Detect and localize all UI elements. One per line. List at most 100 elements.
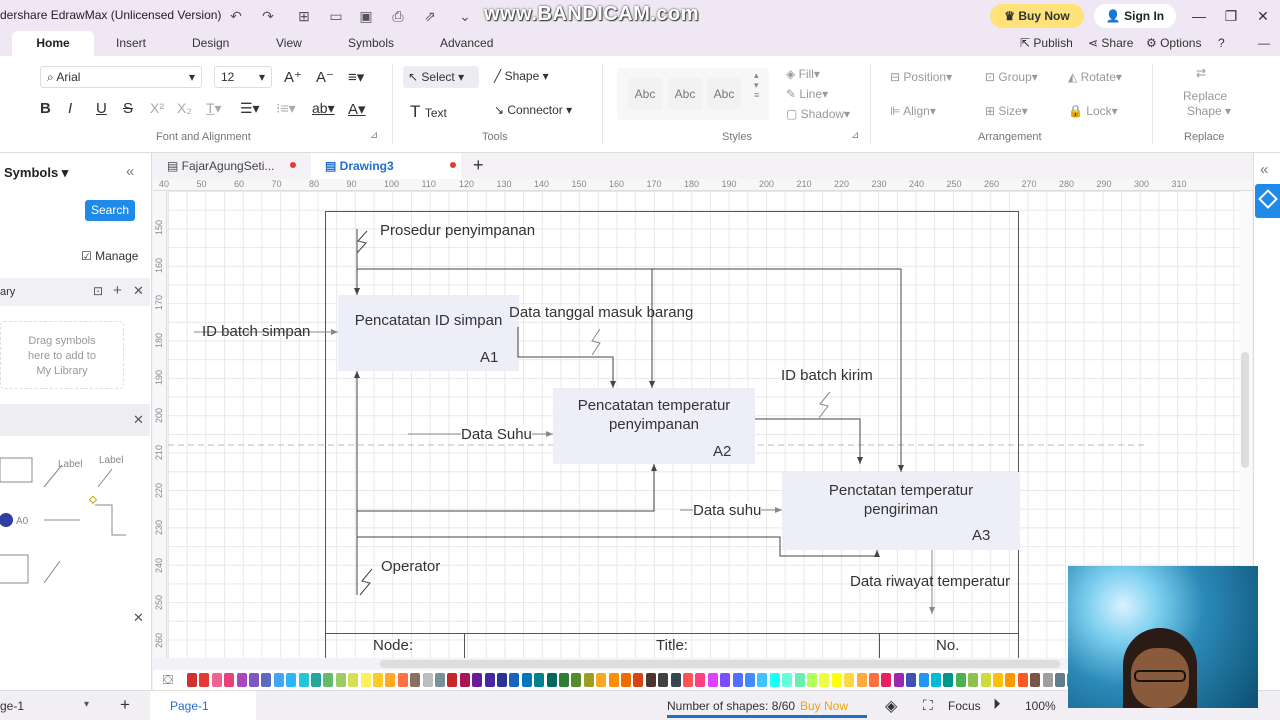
text-highlight-icon[interactable]: ab▾ [312, 100, 335, 117]
fill-button[interactable]: ◈ Fill▾ [786, 67, 820, 81]
add-tab-icon[interactable]: + [473, 155, 484, 176]
color-swatch[interactable] [1042, 673, 1053, 687]
color-swatch[interactable] [720, 673, 731, 687]
strikethrough-icon[interactable]: S [123, 100, 133, 117]
maximize-icon[interactable]: ❐ [1220, 6, 1242, 26]
color-swatch[interactable] [757, 673, 768, 687]
a2-title[interactable]: Pencatatan temperatur penyimpanan [553, 396, 755, 434]
style-sample-1[interactable]: Abc [628, 78, 662, 110]
color-swatch[interactable] [707, 673, 718, 687]
minimize-icon[interactable]: — [1188, 6, 1210, 26]
tab-view[interactable]: View [276, 36, 302, 50]
fill-bucket-icon[interactable]: ⛋ [163, 672, 173, 688]
horizontal-scroll-thumb[interactable] [380, 660, 1060, 668]
more-chevron-icon[interactable]: ⌄ [455, 6, 475, 26]
group-button[interactable]: ⊡ Group▾ [985, 70, 1038, 84]
status-buy-now[interactable]: Buy Now [800, 699, 848, 713]
redo-icon[interactable]: ↷ [258, 6, 278, 26]
close-section-icon[interactable]: ✕ [133, 412, 144, 428]
font-family-select[interactable]: ⌕ Arial ▾ [40, 66, 202, 88]
vertical-scroll-thumb[interactable] [1241, 352, 1249, 468]
open-folder-icon[interactable]: ▭ [326, 6, 346, 26]
search-button[interactable]: Search [85, 200, 135, 221]
size-button[interactable]: ⊞ Size▾ [985, 104, 1028, 118]
color-swatch[interactable] [583, 673, 594, 687]
color-swatch[interactable] [534, 673, 545, 687]
color-swatch[interactable] [993, 673, 1003, 687]
color-swatch[interactable] [571, 673, 582, 687]
color-swatch[interactable] [670, 673, 681, 687]
color-swatch[interactable] [782, 673, 793, 687]
color-swatch[interactable] [435, 673, 445, 687]
replace-shape-line2-wrap[interactable]: Shape ▾ [1187, 104, 1231, 118]
shrink-font-icon[interactable]: A⁻ [316, 68, 334, 86]
color-swatch[interactable] [546, 673, 557, 687]
add-page-icon[interactable]: + [120, 695, 130, 715]
add-icon[interactable]: + [113, 282, 122, 299]
color-swatch[interactable] [980, 673, 991, 687]
label-data-tanggal[interactable]: Data tanggal masuk barang [509, 304, 693, 321]
color-swatch[interactable] [844, 673, 855, 687]
close-icon[interactable]: ✕ [1252, 6, 1274, 26]
color-swatch[interactable] [608, 673, 619, 687]
a3-id[interactable]: A3 [972, 527, 990, 544]
text-tool[interactable]: T Text [410, 102, 447, 122]
color-swatch[interactable] [881, 673, 892, 687]
color-swatch[interactable] [955, 673, 966, 687]
save-icon[interactable]: ▣ [356, 6, 376, 26]
footer-node[interactable]: Node: [373, 637, 413, 654]
options-button[interactable]: ⚙ Options [1146, 36, 1201, 50]
color-swatch[interactable] [769, 673, 780, 687]
collapse-panel-icon[interactable]: « [126, 163, 134, 180]
footer-title[interactable]: Title: [656, 637, 688, 654]
color-swatch[interactable] [1005, 673, 1016, 687]
color-swatch[interactable] [447, 673, 458, 687]
replace-shape-button[interactable]: Replace [1183, 89, 1227, 103]
doc-tab-1[interactable]: ▤ FajarAgungSeti... [167, 159, 274, 173]
shape-tool[interactable]: ╱ Shape ▾ [494, 69, 549, 83]
close-library-icon[interactable]: ✕ [133, 283, 144, 299]
a2-id[interactable]: A2 [713, 443, 731, 460]
color-swatch[interactable] [311, 673, 321, 687]
style-sample-2[interactable]: Abc [668, 78, 702, 110]
color-swatch[interactable] [831, 673, 842, 687]
color-swatch[interactable] [335, 673, 346, 687]
page-select-chevron-icon[interactable]: ▾ [84, 699, 89, 710]
color-swatch[interactable] [484, 673, 495, 687]
doc-tab-2[interactable]: ▤ Drawing3 [325, 159, 394, 173]
text-case-icon[interactable]: T̲▾ [206, 100, 222, 117]
expand-right-panel-icon[interactable]: « [1260, 161, 1268, 178]
symbols-panel-title[interactable]: Symbols ▾ [4, 165, 68, 181]
play-icon[interactable]: ⏵ [993, 696, 1001, 713]
color-swatch[interactable] [360, 673, 371, 687]
label-id-batch-kirim[interactable]: ID batch kirim [781, 367, 873, 384]
color-swatch[interactable] [645, 673, 656, 687]
label-data-riwayat[interactable]: Data riwayat temperatur [850, 573, 1010, 590]
color-swatch[interactable] [794, 673, 805, 687]
subscript-icon[interactable]: X₂ [177, 100, 192, 116]
color-swatch[interactable] [869, 673, 879, 687]
tab-home[interactable]: Home [12, 31, 94, 56]
collapse-ribbon-icon[interactable]: — [1258, 36, 1270, 50]
label-data-suhu-1[interactable]: Data Suhu [461, 426, 532, 443]
color-swatch[interactable] [745, 673, 755, 687]
color-swatch[interactable] [521, 673, 532, 687]
tab-design[interactable]: Design [192, 36, 229, 50]
bullet-list-icon[interactable]: ⁝≡▾ [276, 100, 296, 117]
color-swatch[interactable] [410, 673, 421, 687]
label-operator[interactable]: Operator [381, 558, 440, 575]
color-swatch[interactable] [1017, 673, 1028, 687]
a1-id[interactable]: A1 [480, 349, 498, 366]
color-swatch[interactable] [893, 673, 904, 687]
color-swatch[interactable] [397, 673, 408, 687]
footer-no[interactable]: No. [936, 637, 959, 654]
export-icon[interactable]: ⇗ [420, 6, 440, 26]
buy-now-button[interactable]: ♛ Buy Now [990, 4, 1084, 28]
undo-icon[interactable]: ↶ [226, 6, 246, 26]
underline-icon[interactable]: U [96, 100, 107, 117]
new-file-icon[interactable]: ⊞ [294, 6, 314, 26]
color-swatch[interactable] [187, 673, 197, 687]
font-size-select[interactable]: 12 ▾ [214, 66, 272, 88]
color-swatch[interactable] [596, 673, 607, 687]
tab-symbols[interactable]: Symbols [348, 36, 394, 50]
